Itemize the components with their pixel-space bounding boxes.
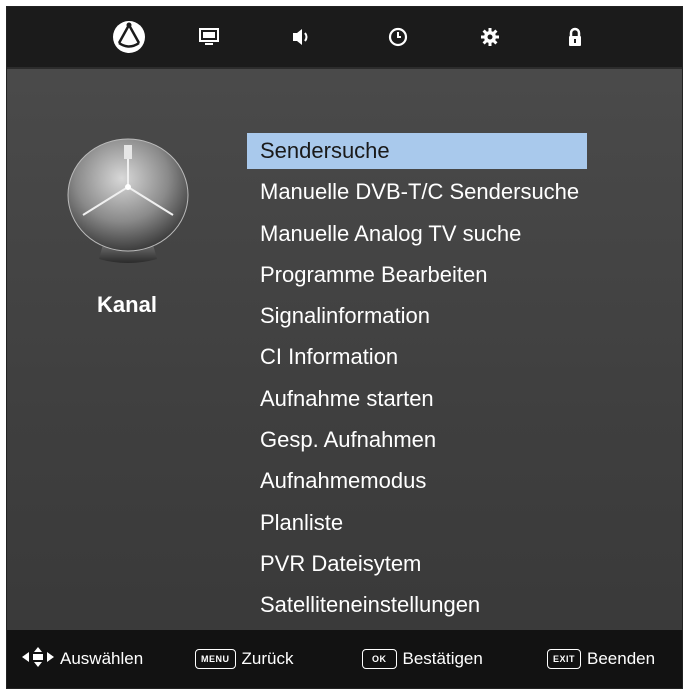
time-clock-icon: [387, 26, 409, 48]
menu-item-edit-programs[interactable]: Programme Bearbeiten: [247, 257, 587, 293]
tab-sound[interactable]: [275, 7, 325, 67]
hint-back-label: Zurück: [241, 649, 294, 668]
menu-item-schedule-list[interactable]: Planliste: [247, 505, 587, 541]
bottom-hint-bar: Auswählen MENU Zurück OK Bestätigen EXIT…: [7, 630, 682, 688]
menu-item-start-recording[interactable]: Aufnahme starten: [247, 381, 587, 417]
picture-monitor-icon: [198, 27, 220, 47]
hint-back: MENU Zurück: [195, 630, 293, 688]
satellite-dish-icon: [65, 127, 191, 267]
tab-setup[interactable]: [465, 7, 515, 67]
top-tab-bar: [7, 7, 682, 69]
sound-speaker-icon: [289, 27, 311, 47]
menu-item-sendersuche[interactable]: Sendersuche: [247, 133, 587, 169]
tab-time[interactable]: [373, 7, 423, 67]
exit-key-icon: EXIT: [547, 649, 582, 669]
tv-menu-screen: Kanal Sendersuche Manuelle DVB-T/C Sende…: [6, 6, 683, 689]
menu-item-signal-information[interactable]: Signalinformation: [247, 298, 587, 334]
menu-item-pvr-file-system[interactable]: PVR Dateisytem: [247, 546, 587, 582]
menu-key-icon: MENU: [195, 649, 236, 669]
hint-select: Auswählen: [21, 630, 143, 688]
menu-item-saved-recordings[interactable]: Gesp. Aufnahmen: [247, 422, 587, 458]
hint-select-label: Auswählen: [60, 649, 144, 668]
tab-lock[interactable]: [550, 7, 600, 67]
menu-item-recording-mode[interactable]: Aufnahmemodus: [247, 463, 587, 499]
tab-channel[interactable]: [104, 7, 154, 67]
menu-item-manual-dvb-search[interactable]: Manuelle DVB-T/C Sendersuche: [247, 174, 587, 210]
channel-menu-list: Sendersuche Manuelle DVB-T/C Sendersuche…: [247, 133, 587, 629]
hint-exit: EXIT Beenden: [547, 630, 655, 688]
menu-item-manual-analog-search[interactable]: Manuelle Analog TV suche: [247, 216, 587, 252]
channel-dish-icon: [111, 19, 147, 55]
hint-exit-label: Beenden: [587, 649, 656, 668]
setup-gear-icon: [479, 26, 501, 48]
category-label: Kanal: [97, 292, 157, 317]
ok-key-icon: OK: [362, 649, 397, 669]
hint-confirm-label: Bestätigen: [402, 649, 483, 668]
menu-item-satellite-settings[interactable]: Satelliteneinstellungen: [247, 587, 587, 623]
tab-picture[interactable]: [184, 7, 234, 67]
hint-confirm: OK Bestätigen: [362, 630, 483, 688]
menu-item-ci-information[interactable]: CI Information: [247, 339, 587, 375]
lock-icon: [565, 26, 585, 48]
arrow-keys-icon: [21, 646, 55, 673]
